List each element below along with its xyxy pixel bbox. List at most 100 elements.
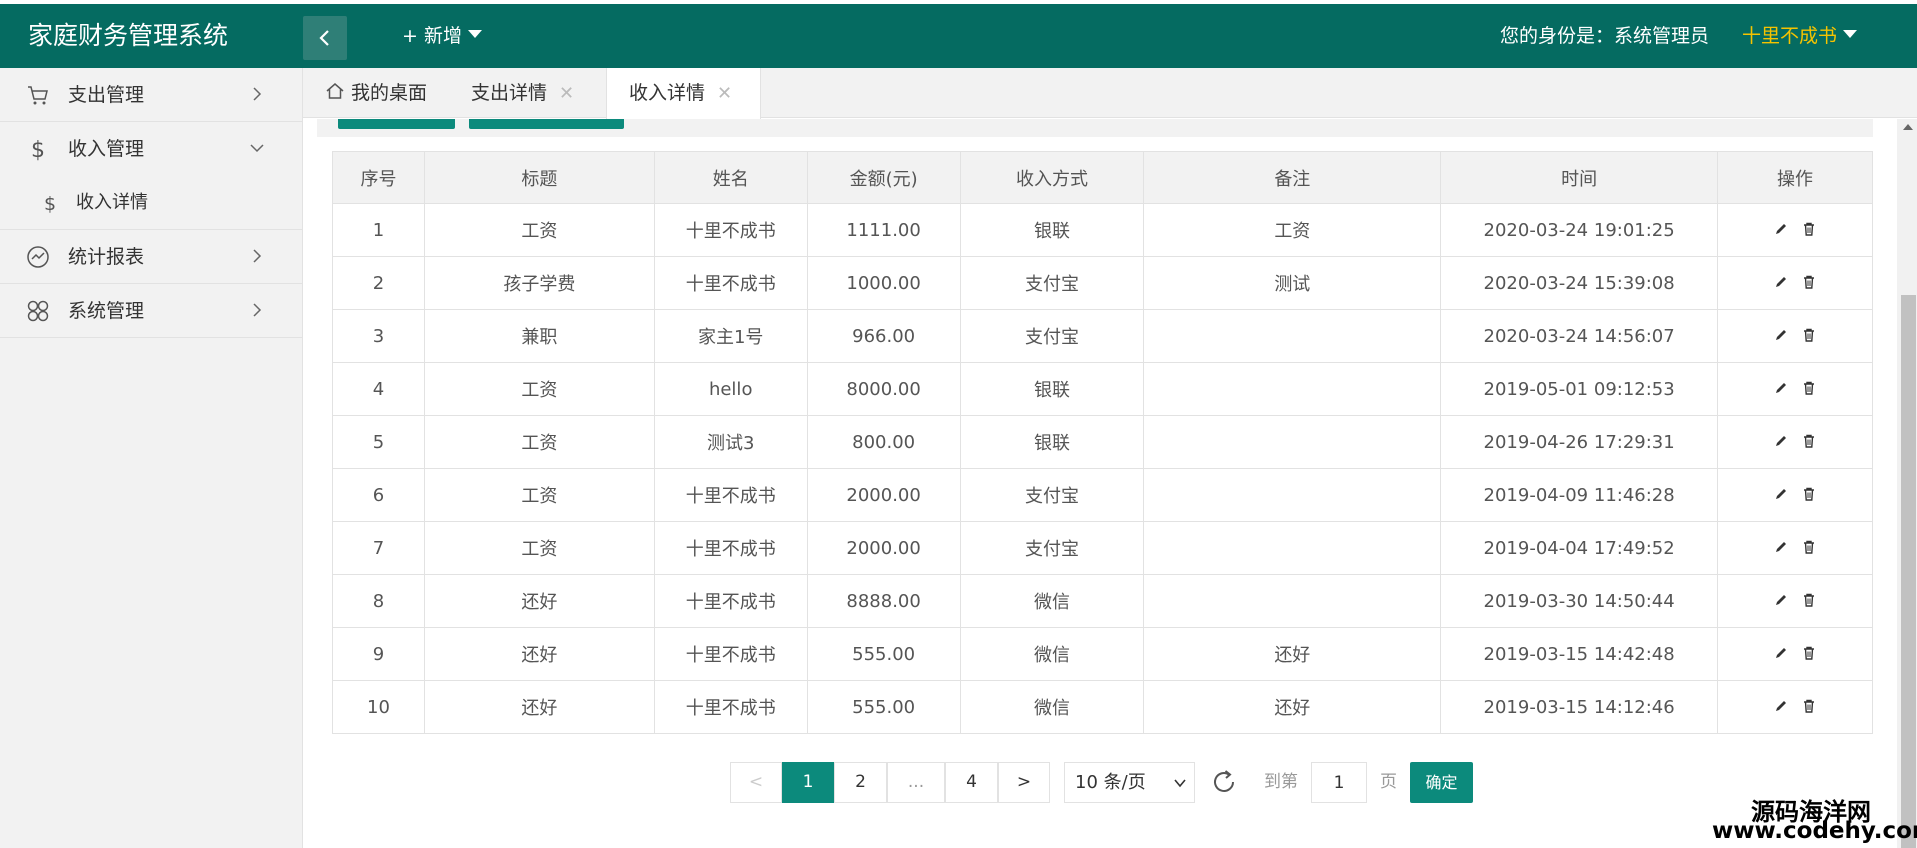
table-cell: 微信: [959, 574, 1145, 628]
table-cell: [1143, 415, 1442, 469]
edit-icon[interactable]: [1774, 487, 1788, 501]
table-cell: 微信: [959, 680, 1145, 734]
column-header: 收入方式: [959, 151, 1145, 204]
row-actions: [1717, 680, 1873, 734]
sidebar-collapse-button[interactable]: [303, 16, 347, 60]
delete-icon[interactable]: [1802, 540, 1816, 554]
delete-icon[interactable]: [1802, 699, 1816, 713]
page-size-select[interactable]: 10 条/页: [1064, 762, 1195, 803]
goto-confirm-button[interactable]: 确定: [1410, 762, 1473, 803]
table-cell: 支付宝: [959, 468, 1145, 522]
table-cell: [1143, 362, 1442, 416]
tab-income-detail[interactable]: 收入详情 ✕: [606, 68, 761, 119]
row-actions: [1717, 627, 1873, 681]
page-size-value: 10 条/页: [1075, 772, 1146, 793]
toolbar-button[interactable]: [338, 119, 455, 129]
delete-icon[interactable]: [1802, 434, 1816, 448]
table-cell: 2: [332, 256, 425, 310]
top-header: 家庭财务管理系统 + 新增 您的身份是：系统管理员 十里不成书: [0, 4, 1917, 68]
sidebar-item-reports[interactable]: 统计报表: [0, 230, 303, 284]
table-cell: 十里不成书: [653, 256, 808, 310]
table-cell: 十里不成书: [653, 203, 808, 257]
goto-label: 到第: [1264, 772, 1298, 792]
delete-icon[interactable]: [1802, 646, 1816, 660]
table-cell: [1143, 521, 1442, 575]
table-cell: [1143, 574, 1442, 628]
sidebar-item-income[interactable]: $ 收入管理: [0, 122, 303, 176]
sidebar: 支出管理 $ 收入管理 $ 收入详情 统计报表 系统管理: [0, 68, 303, 848]
sidebar-item-income-detail[interactable]: $ 收入详情: [0, 176, 303, 230]
table-cell: 还好: [1143, 627, 1442, 681]
table-cell: 测试3: [653, 415, 808, 469]
dollar-icon: $: [31, 138, 45, 161]
delete-icon[interactable]: [1802, 222, 1816, 236]
edit-icon[interactable]: [1774, 275, 1788, 289]
add-new-menu[interactable]: + 新增: [402, 4, 482, 68]
table-cell: 2020-03-24 19:01:25: [1440, 203, 1719, 257]
table-cell: [1143, 309, 1442, 363]
table-row: 8 还好 十里不成书 8888.00 微信 2019-03-30 14:50:44: [332, 574, 1873, 628]
table-cell: [1143, 468, 1442, 522]
table-cell: 1000.00: [806, 256, 961, 310]
edit-icon[interactable]: [1774, 646, 1788, 660]
table-cell: 工资: [423, 203, 655, 257]
table-cell: 2000.00: [806, 468, 961, 522]
pagination-page-1[interactable]: 1: [782, 762, 834, 803]
table-row: 2 孩子学费 十里不成书 1000.00 支付宝 测试 2020-03-24 15:39:0…: [332, 256, 1873, 310]
row-actions: [1717, 415, 1873, 469]
delete-icon[interactable]: [1802, 328, 1816, 342]
goto-page-input[interactable]: [1311, 762, 1367, 803]
table-cell: 8: [332, 574, 425, 628]
scroll-up-arrow[interactable]: [1903, 124, 1913, 130]
chevron-down-icon: [250, 144, 264, 153]
table-cell: 2019-05-01 09:12:53: [1440, 362, 1719, 416]
table-cell: 2019-03-15 14:42:48: [1440, 627, 1719, 681]
pagination-prev[interactable]: <: [730, 762, 782, 803]
column-header: 时间: [1440, 151, 1719, 204]
edit-icon[interactable]: [1774, 540, 1788, 554]
tab-expense-detail[interactable]: 支出详情 ✕: [471, 68, 574, 118]
user-menu[interactable]: 十里不成书: [1742, 4, 1858, 68]
tab-bar: 我的桌面 支出详情 ✕ 收入详情 ✕: [303, 68, 1917, 119]
edit-icon[interactable]: [1774, 328, 1788, 342]
edit-icon[interactable]: [1774, 381, 1788, 395]
table-cell: 十里不成书: [653, 574, 808, 628]
svg-text:$: $: [31, 138, 45, 161]
close-icon[interactable]: ✕: [559, 83, 574, 104]
cart-icon: [28, 86, 48, 105]
table-cell: 3: [332, 309, 425, 363]
row-actions: [1717, 309, 1873, 363]
delete-icon[interactable]: [1802, 275, 1816, 289]
column-header: 备注: [1143, 151, 1442, 204]
table-cell: 兼职: [423, 309, 655, 363]
edit-icon[interactable]: [1774, 222, 1788, 236]
delete-icon[interactable]: [1802, 593, 1816, 607]
refresh-icon[interactable]: [1210, 768, 1238, 796]
sidebar-item-system[interactable]: 系统管理: [0, 284, 303, 338]
table-cell: 7: [332, 521, 425, 575]
delete-icon[interactable]: [1802, 381, 1816, 395]
tab-desktop[interactable]: 我的桌面: [325, 68, 427, 118]
close-icon[interactable]: ✕: [717, 83, 732, 104]
table-cell: 1111.00: [806, 203, 961, 257]
edit-icon[interactable]: [1774, 699, 1788, 713]
table-cell: 工资: [1143, 203, 1442, 257]
edit-icon[interactable]: [1774, 593, 1788, 607]
table-cell: 6: [332, 468, 425, 522]
pagination-page-4[interactable]: 4: [945, 762, 998, 803]
toolbar-button[interactable]: [469, 119, 624, 129]
delete-icon[interactable]: [1802, 487, 1816, 501]
sidebar-item-label: 支出管理: [68, 84, 145, 106]
scrollbar-thumb[interactable]: [1901, 295, 1916, 848]
table-cell: 银联: [959, 415, 1145, 469]
row-actions: [1717, 256, 1873, 310]
sidebar-item-expense[interactable]: 支出管理: [0, 68, 303, 122]
pagination-page-2[interactable]: 2: [834, 762, 887, 803]
table-cell: 支付宝: [959, 256, 1145, 310]
table-header-row: 序号 标题 姓名 金额(元) 收入方式 备注 时间 操作: [332, 151, 1873, 204]
clover-icon: [27, 300, 49, 322]
pagination-next[interactable]: >: [998, 762, 1050, 803]
edit-icon[interactable]: [1774, 434, 1788, 448]
table-cell: 十里不成书: [653, 468, 808, 522]
table-cell: 支付宝: [959, 309, 1145, 363]
